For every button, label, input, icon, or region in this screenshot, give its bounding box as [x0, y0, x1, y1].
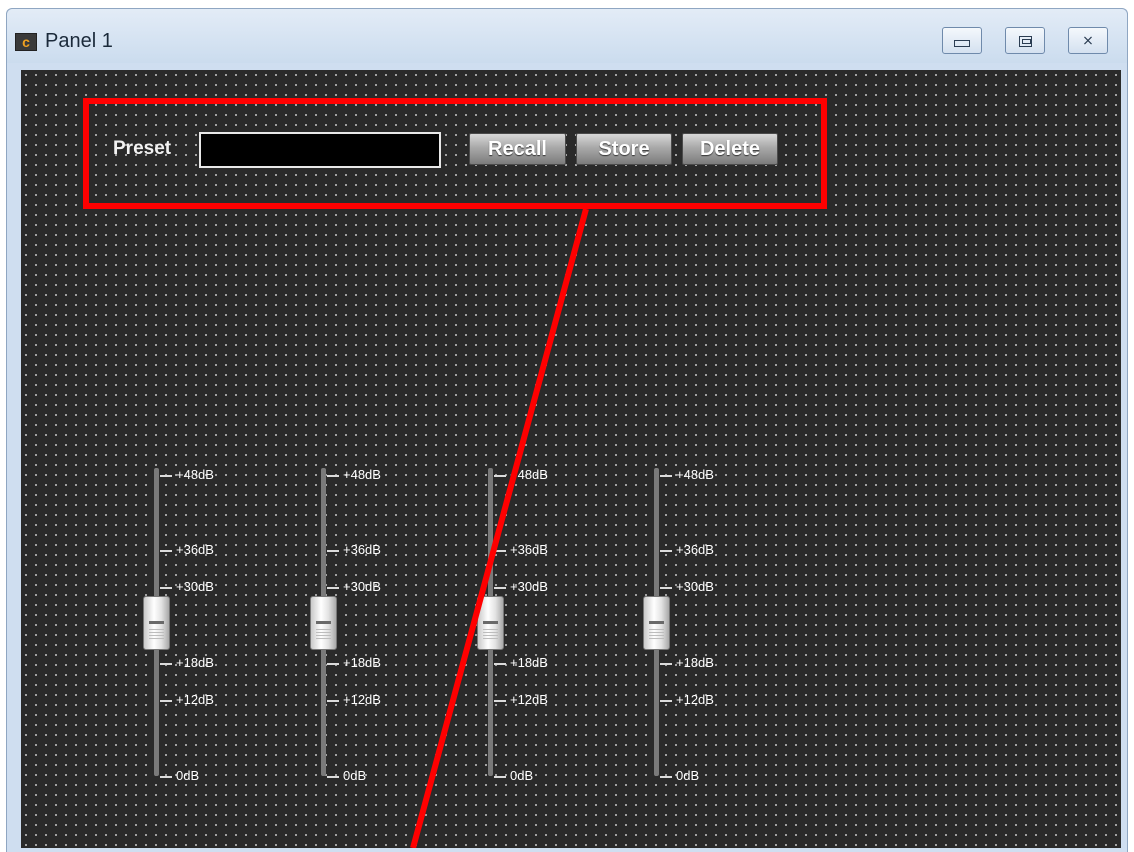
- title-bar[interactable]: c Panel 1 ⨯: [7, 9, 1127, 63]
- tick-mark: [327, 776, 339, 778]
- tick-label: +18dB: [176, 655, 214, 670]
- tick-mark: [327, 550, 339, 552]
- fader-thumb[interactable]: [643, 596, 670, 650]
- fader-thumb[interactable]: [310, 596, 337, 650]
- tick-mark: [160, 776, 172, 778]
- panel-window: c Panel 1 ⨯ Preset Recall Store Delete +…: [6, 8, 1128, 852]
- tick-label: +30dB: [676, 579, 714, 594]
- close-icon: ⨯: [1082, 32, 1094, 48]
- tick-label: +18dB: [676, 655, 714, 670]
- panel-canvas: Preset Recall Store Delete +48dB +36dB +…: [21, 70, 1121, 848]
- tick-mark: [160, 550, 172, 552]
- tick-label: +48dB: [510, 467, 548, 482]
- highlight-box: [83, 98, 827, 209]
- tick-label: +36dB: [176, 542, 214, 557]
- tick-mark: [327, 475, 339, 477]
- tick-label: +12dB: [676, 692, 714, 707]
- close-button[interactable]: ⨯: [1068, 27, 1108, 54]
- tick-label: 0dB: [176, 768, 200, 783]
- tick-mark: [327, 700, 339, 702]
- fader-thumb[interactable]: [143, 596, 170, 650]
- tick-label: +30dB: [343, 579, 381, 594]
- tick-label: +36dB: [510, 542, 548, 557]
- tick-label: +48dB: [676, 467, 714, 482]
- maximize-icon: [1018, 36, 1032, 47]
- tick-label: +12dB: [176, 692, 214, 707]
- tick-label: +48dB: [343, 467, 381, 482]
- tick-label: +18dB: [343, 655, 381, 670]
- tick-label: +12dB: [510, 692, 548, 707]
- tick-label: +36dB: [676, 542, 714, 557]
- tick-mark: [494, 663, 506, 665]
- tick-label: 0dB: [676, 768, 700, 783]
- tick-label: +48dB: [176, 467, 214, 482]
- tick-mark: [494, 587, 506, 589]
- gain-fader-3: +48dB +36dB +30dB +18dB +12dB 0dB: [468, 463, 578, 793]
- tick-label: 0dB: [343, 768, 367, 783]
- tick-label: +36dB: [343, 542, 381, 557]
- tick-mark: [660, 587, 672, 589]
- app-icon: c: [15, 33, 37, 51]
- tick-mark: [660, 550, 672, 552]
- gain-fader-1: +48dB +36dB +30dB +18dB +12dB 0dB: [134, 463, 244, 793]
- tick-mark: [660, 700, 672, 702]
- tick-label: 0dB: [510, 768, 534, 783]
- tick-mark: [160, 663, 172, 665]
- tick-label: +30dB: [510, 579, 548, 594]
- gain-fader-2: +48dB +36dB +30dB +18dB +12dB 0dB: [301, 463, 411, 793]
- tick-mark: [494, 776, 506, 778]
- tick-mark: [494, 550, 506, 552]
- tick-label: +12dB: [343, 692, 381, 707]
- tick-mark: [327, 587, 339, 589]
- window-title: Panel 1: [45, 30, 113, 52]
- minimize-button[interactable]: [942, 27, 982, 54]
- tick-mark: [660, 475, 672, 477]
- tick-mark: [494, 700, 506, 702]
- tick-mark: [494, 475, 506, 477]
- gain-fader-4: +48dB +36dB +30dB +18dB +12dB 0dB: [634, 463, 744, 793]
- tick-mark: [327, 663, 339, 665]
- minimize-icon: [954, 40, 970, 47]
- tick-label: +18dB: [510, 655, 548, 670]
- tick-mark: [160, 587, 172, 589]
- tick-mark: [160, 475, 172, 477]
- tick-label: +30dB: [176, 579, 214, 594]
- tick-mark: [160, 700, 172, 702]
- maximize-button[interactable]: [1005, 27, 1045, 54]
- fader-thumb[interactable]: [477, 596, 504, 650]
- tick-mark: [660, 776, 672, 778]
- tick-mark: [660, 663, 672, 665]
